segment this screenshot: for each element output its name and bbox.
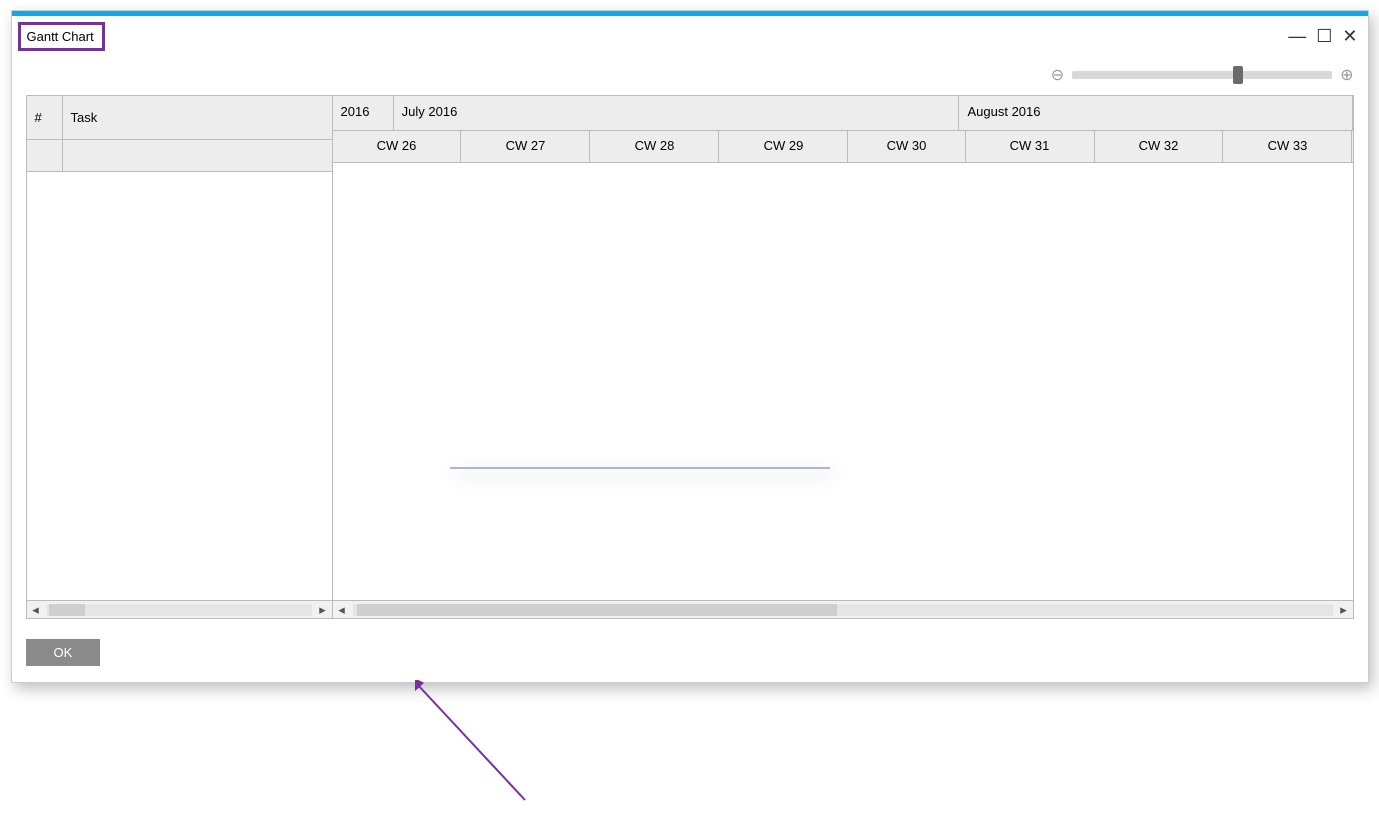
scroll-left-icon[interactable]: ◂	[333, 602, 351, 618]
gantt-container: # Task ◂ ▸ 2016July 2016August 2016 CW 2…	[26, 95, 1354, 619]
week-header[interactable]: CW 30	[848, 131, 965, 162]
year-header: 2016	[333, 96, 394, 130]
close-icon[interactable]: ✕	[1342, 26, 1357, 47]
week-header[interactable]: CW 33	[1223, 131, 1352, 162]
scroll-right-icon[interactable]: ▸	[314, 602, 332, 618]
scroll-left-icon[interactable]: ◂	[27, 602, 45, 618]
month-header: July 2016	[394, 96, 960, 130]
timeline-pane: 2016July 2016August 2016 CW 26CW 27CW 28…	[333, 96, 1353, 618]
col-header-task[interactable]: Task	[63, 96, 332, 139]
gantt-window: Gantt Chart — ☐ ✕ ⊖ ⊕ # Task ◂	[11, 10, 1369, 683]
window-title-highlight: Gantt Chart	[18, 22, 105, 51]
task-list-body	[27, 172, 332, 600]
col-header-number[interactable]: #	[27, 96, 63, 139]
zoom-out-icon[interactable]: ⊖	[1051, 65, 1064, 85]
week-header[interactable]: CW 27	[461, 131, 590, 162]
timeline-body[interactable]	[333, 163, 1353, 600]
annotation-arrow	[415, 680, 535, 810]
timeline-hscroll[interactable]: ◂ ▸	[333, 600, 1353, 618]
context-menu	[450, 467, 830, 469]
week-header[interactable]: CW 32	[1095, 131, 1224, 162]
zoom-toolbar: ⊖ ⊕	[12, 59, 1368, 95]
week-header[interactable]: CW 31	[966, 131, 1095, 162]
maximize-icon[interactable]: ☐	[1316, 26, 1332, 47]
timeline-header: 2016July 2016August 2016 CW 26CW 27CW 28…	[333, 96, 1353, 163]
month-header: August 2016	[959, 96, 1352, 130]
ok-button[interactable]: OK	[26, 639, 101, 666]
week-header[interactable]: CW 29	[719, 131, 848, 162]
zoom-slider[interactable]	[1072, 71, 1332, 79]
week-header[interactable]: CW 28	[590, 131, 719, 162]
titlebar: Gantt Chart — ☐ ✕	[12, 16, 1368, 59]
task-list-header: # Task	[27, 96, 332, 140]
footer: OK	[12, 619, 1368, 682]
scroll-right-icon[interactable]: ▸	[1335, 602, 1353, 618]
week-header[interactable]: CW 26	[333, 131, 462, 162]
task-list-hscroll[interactable]: ◂ ▸	[27, 600, 332, 618]
zoom-thumb[interactable]	[1233, 66, 1243, 84]
minimize-icon[interactable]: —	[1288, 26, 1306, 47]
zoom-in-icon[interactable]: ⊕	[1340, 65, 1353, 85]
task-list-pane: # Task ◂ ▸	[27, 96, 333, 618]
window-title: Gantt Chart	[27, 29, 94, 44]
